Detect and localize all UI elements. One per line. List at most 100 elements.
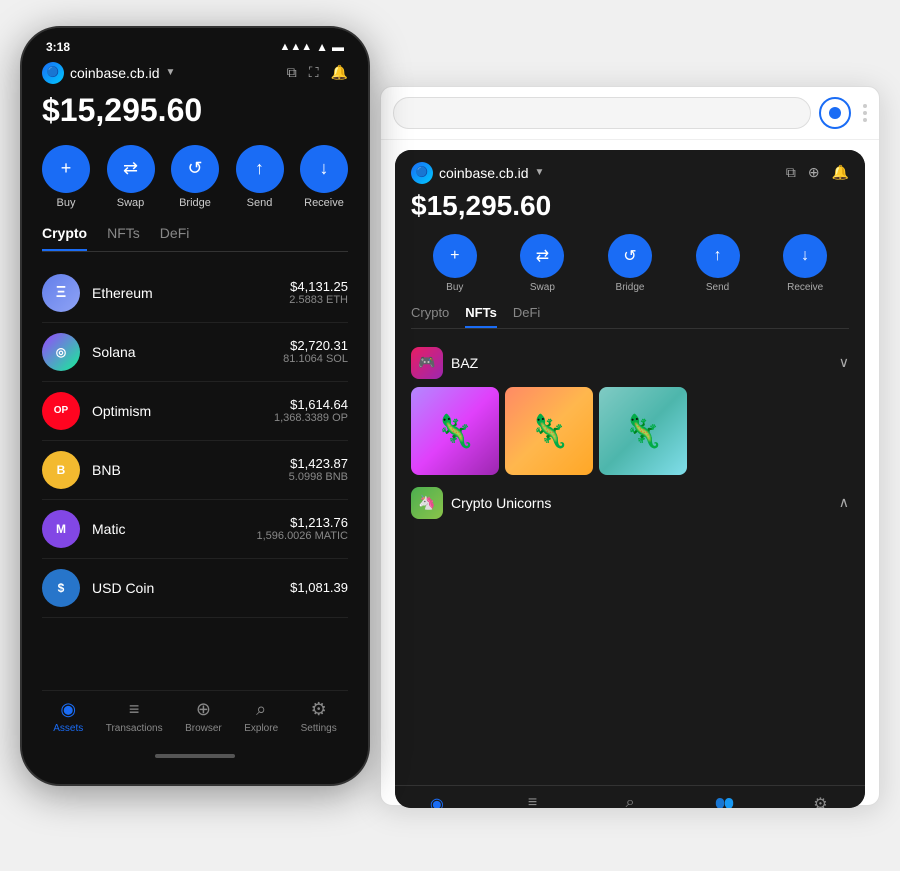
phone-swap-button[interactable]: ⇄ Swap [107,145,155,209]
globe-icon[interactable]: ⊕ [808,164,820,181]
phone-bridge-button[interactable]: ↺ Bridge [171,145,219,209]
usdc-icon: $ [42,569,80,607]
nft-collection-crypto-unicorns: 🦄 Crypto Unicorns ∧ [411,487,849,519]
matic-icon: M [42,510,80,548]
dot-2 [863,111,867,115]
ibp-buy-button[interactable]: + Buy [433,234,477,293]
assets-icon: ◉ [430,794,444,808]
phone-nav-assets[interactable]: ◉ Assets [53,699,83,734]
phone-send-button[interactable]: ↑ Send [236,145,284,209]
phone-expand-icon[interactable]: ⛶ [309,64,319,81]
ibp-buy-label: Buy [446,282,463,293]
nft-collection-baz: 🎮 BAZ ∨ 🦎 🦎 🦎 [411,347,849,475]
ibp-wallet-header: 🔵 coinbase.cb.id ▼ ⧉ ⊕ 🔔 [411,162,849,184]
crypto-item-bnb[interactable]: B BNB $1,423.87 5.0998 BNB [42,441,348,500]
usdc-usd: $1,081.39 [290,580,348,595]
ibp-bridge-icon: ↺ [608,234,652,278]
ibp-bridge-button[interactable]: ↺ Bridge [608,234,652,293]
phone-nav-explore-label: Explore [244,723,278,734]
phone-tab-crypto[interactable]: Crypto [42,225,87,251]
phone-tab-defi[interactable]: DeFi [160,225,190,251]
nft-baz-3[interactable]: 🦎 [599,387,687,475]
crypto-item-sol[interactable]: ◎ Solana $2,720.31 81.1064 SOL [42,323,348,382]
phone-nav-browser-label: Browser [185,723,222,734]
crypto-item-op[interactable]: OP Optimism $1,614.64 1,368.3389 OP [42,382,348,441]
bnb-icon: B [42,451,80,489]
bnb-usd: $1,423.87 [289,456,348,471]
phone-send-icon: ↑ [236,145,284,193]
ibp-receive-button[interactable]: ↓ Receive [783,234,827,293]
ibp-tab-nfts[interactable]: NFTs [465,305,497,328]
browser-window: 🔵 coinbase.cb.id ▼ ⧉ ⊕ 🔔 $15,295.60 + Bu… [380,86,880,806]
crypto-item-eth[interactable]: Ξ Ethereum $4,131.25 2.5883 ETH [42,264,348,323]
ibp-tab-crypto[interactable]: Crypto [411,305,449,328]
phone-nav-explore[interactable]: ⌕ Explore [244,699,278,734]
nft-baz-1[interactable]: 🦎 [411,387,499,475]
usdc-values: $1,081.39 [290,580,348,595]
phone-wallet-id[interactable]: 🔵 coinbase.cb.id ▼ [42,62,175,84]
ibp-wallet-id[interactable]: 🔵 coinbase.cb.id ▼ [411,162,544,184]
phone-bell-icon[interactable]: 🔔 [331,64,348,81]
phone-receive-button[interactable]: ↓ Receive [300,145,348,209]
ibp-nav-assets[interactable]: ◉ Assets [423,794,450,808]
cu-avatar: 🦄 [411,487,443,519]
ibp-nav-explore[interactable]: ⌕ Explore [615,794,646,808]
crypto-item-matic[interactable]: M Matic $1,213.76 1,596.0026 MATIC [42,500,348,559]
wallet-dropdown-icon: ▼ [166,67,176,78]
phone-action-buttons: + Buy ⇄ Swap ↺ Bridge ↑ Send ↓ Receive [42,145,348,209]
sol-values: $2,720.31 81.1064 SOL [283,338,348,365]
phone-copy-icon[interactable]: ⧉ [287,64,297,81]
ibp-nav-transactions[interactable]: ≡ Transactions [507,794,558,808]
ibp-bottom-nav: ◉ Assets ≡ Transactions ⌕ Explore 👥 Comm… [395,785,865,808]
nft-collection-cu-header[interactable]: 🦄 Crypto Unicorns ∧ [411,487,849,519]
ibp-swap-icon: ⇄ [520,234,564,278]
ibp-tab-defi[interactable]: DeFi [513,305,540,328]
wifi-icon: ▲ [316,40,328,54]
nft-baz-1-image: 🦎 [411,387,499,475]
browser-record-button[interactable] [819,97,851,129]
sol-amount: 81.1064 SOL [283,353,348,365]
op-usd: $1,614.64 [274,397,348,412]
phone-bottom-nav: ◉ Assets ≡ Transactions ⊕ Browser ⌕ Expl… [42,690,348,750]
crypto-item-usdc[interactable]: $ USD Coin $1,081.39 [42,559,348,618]
phone-send-label: Send [247,197,273,209]
phone-nav-transactions[interactable]: ≡ Transactions [106,699,163,734]
ibp-send-label: Send [706,282,729,293]
phone-receive-icon: ↓ [300,145,348,193]
phone-tab-nfts[interactable]: NFTs [107,225,140,251]
ibp-send-button[interactable]: ↑ Send [696,234,740,293]
copy-icon[interactable]: ⧉ [786,164,796,181]
phone-nav-settings[interactable]: ⚙ Settings [301,699,337,734]
baz-nft-grid: 🦎 🦎 🦎 [411,387,849,475]
ibp-nav-settings[interactable]: ⚙ Settings [804,794,837,808]
ibp-swap-button[interactable]: ⇄ Swap [520,234,564,293]
phone-nav-transactions-label: Transactions [106,723,163,734]
phone-mockup: 3:18 ▲▲▲ ▲ ▬ 🔵 coinbase.cb.id ▼ ⧉ ⛶ 🔔 [20,26,370,786]
phone-swap-icon: ⇄ [107,145,155,193]
phone-buy-button[interactable]: + Buy [42,145,90,209]
ibp-nav-community[interactable]: 👥 Community [702,794,748,808]
ibp-action-buttons: + Buy ⇄ Swap ↺ Bridge ↑ Send [411,234,849,293]
phone-settings-icon: ⚙ [311,699,327,720]
phone-wallet-avatar: 🔵 [42,62,64,84]
phone-content: 🔵 coinbase.cb.id ▼ ⧉ ⛶ 🔔 $15,295.60 + Bu… [22,54,368,766]
dot-3 [863,118,867,122]
nft-collection-baz-header[interactable]: 🎮 BAZ ∨ [411,347,849,379]
nft-collection-baz-info: 🎮 BAZ [411,347,478,379]
ibp-send-icon: ↑ [696,234,740,278]
nft-baz-2-image: 🦎 [505,387,593,475]
baz-collection-name: BAZ [451,355,478,371]
bell-icon[interactable]: 🔔 [832,164,849,181]
phone-nav-browser[interactable]: ⊕ Browser [185,699,222,734]
phone-nav-settings-label: Settings [301,723,337,734]
eth-usd: $4,131.25 [289,279,348,294]
nft-baz-2[interactable]: 🦎 [505,387,593,475]
baz-chevron[interactable]: ∨ [839,354,849,371]
phone-wallet-header: 🔵 coinbase.cb.id ▼ ⧉ ⛶ 🔔 [42,62,348,84]
cu-collection-name: Crypto Unicorns [451,495,551,511]
ibp-swap-label: Swap [530,282,555,293]
browser-more-options[interactable] [859,104,867,122]
browser-address-bar[interactable] [393,97,811,129]
cu-chevron[interactable]: ∧ [839,494,849,511]
matic-amount: 1,596.0026 MATIC [256,530,348,542]
